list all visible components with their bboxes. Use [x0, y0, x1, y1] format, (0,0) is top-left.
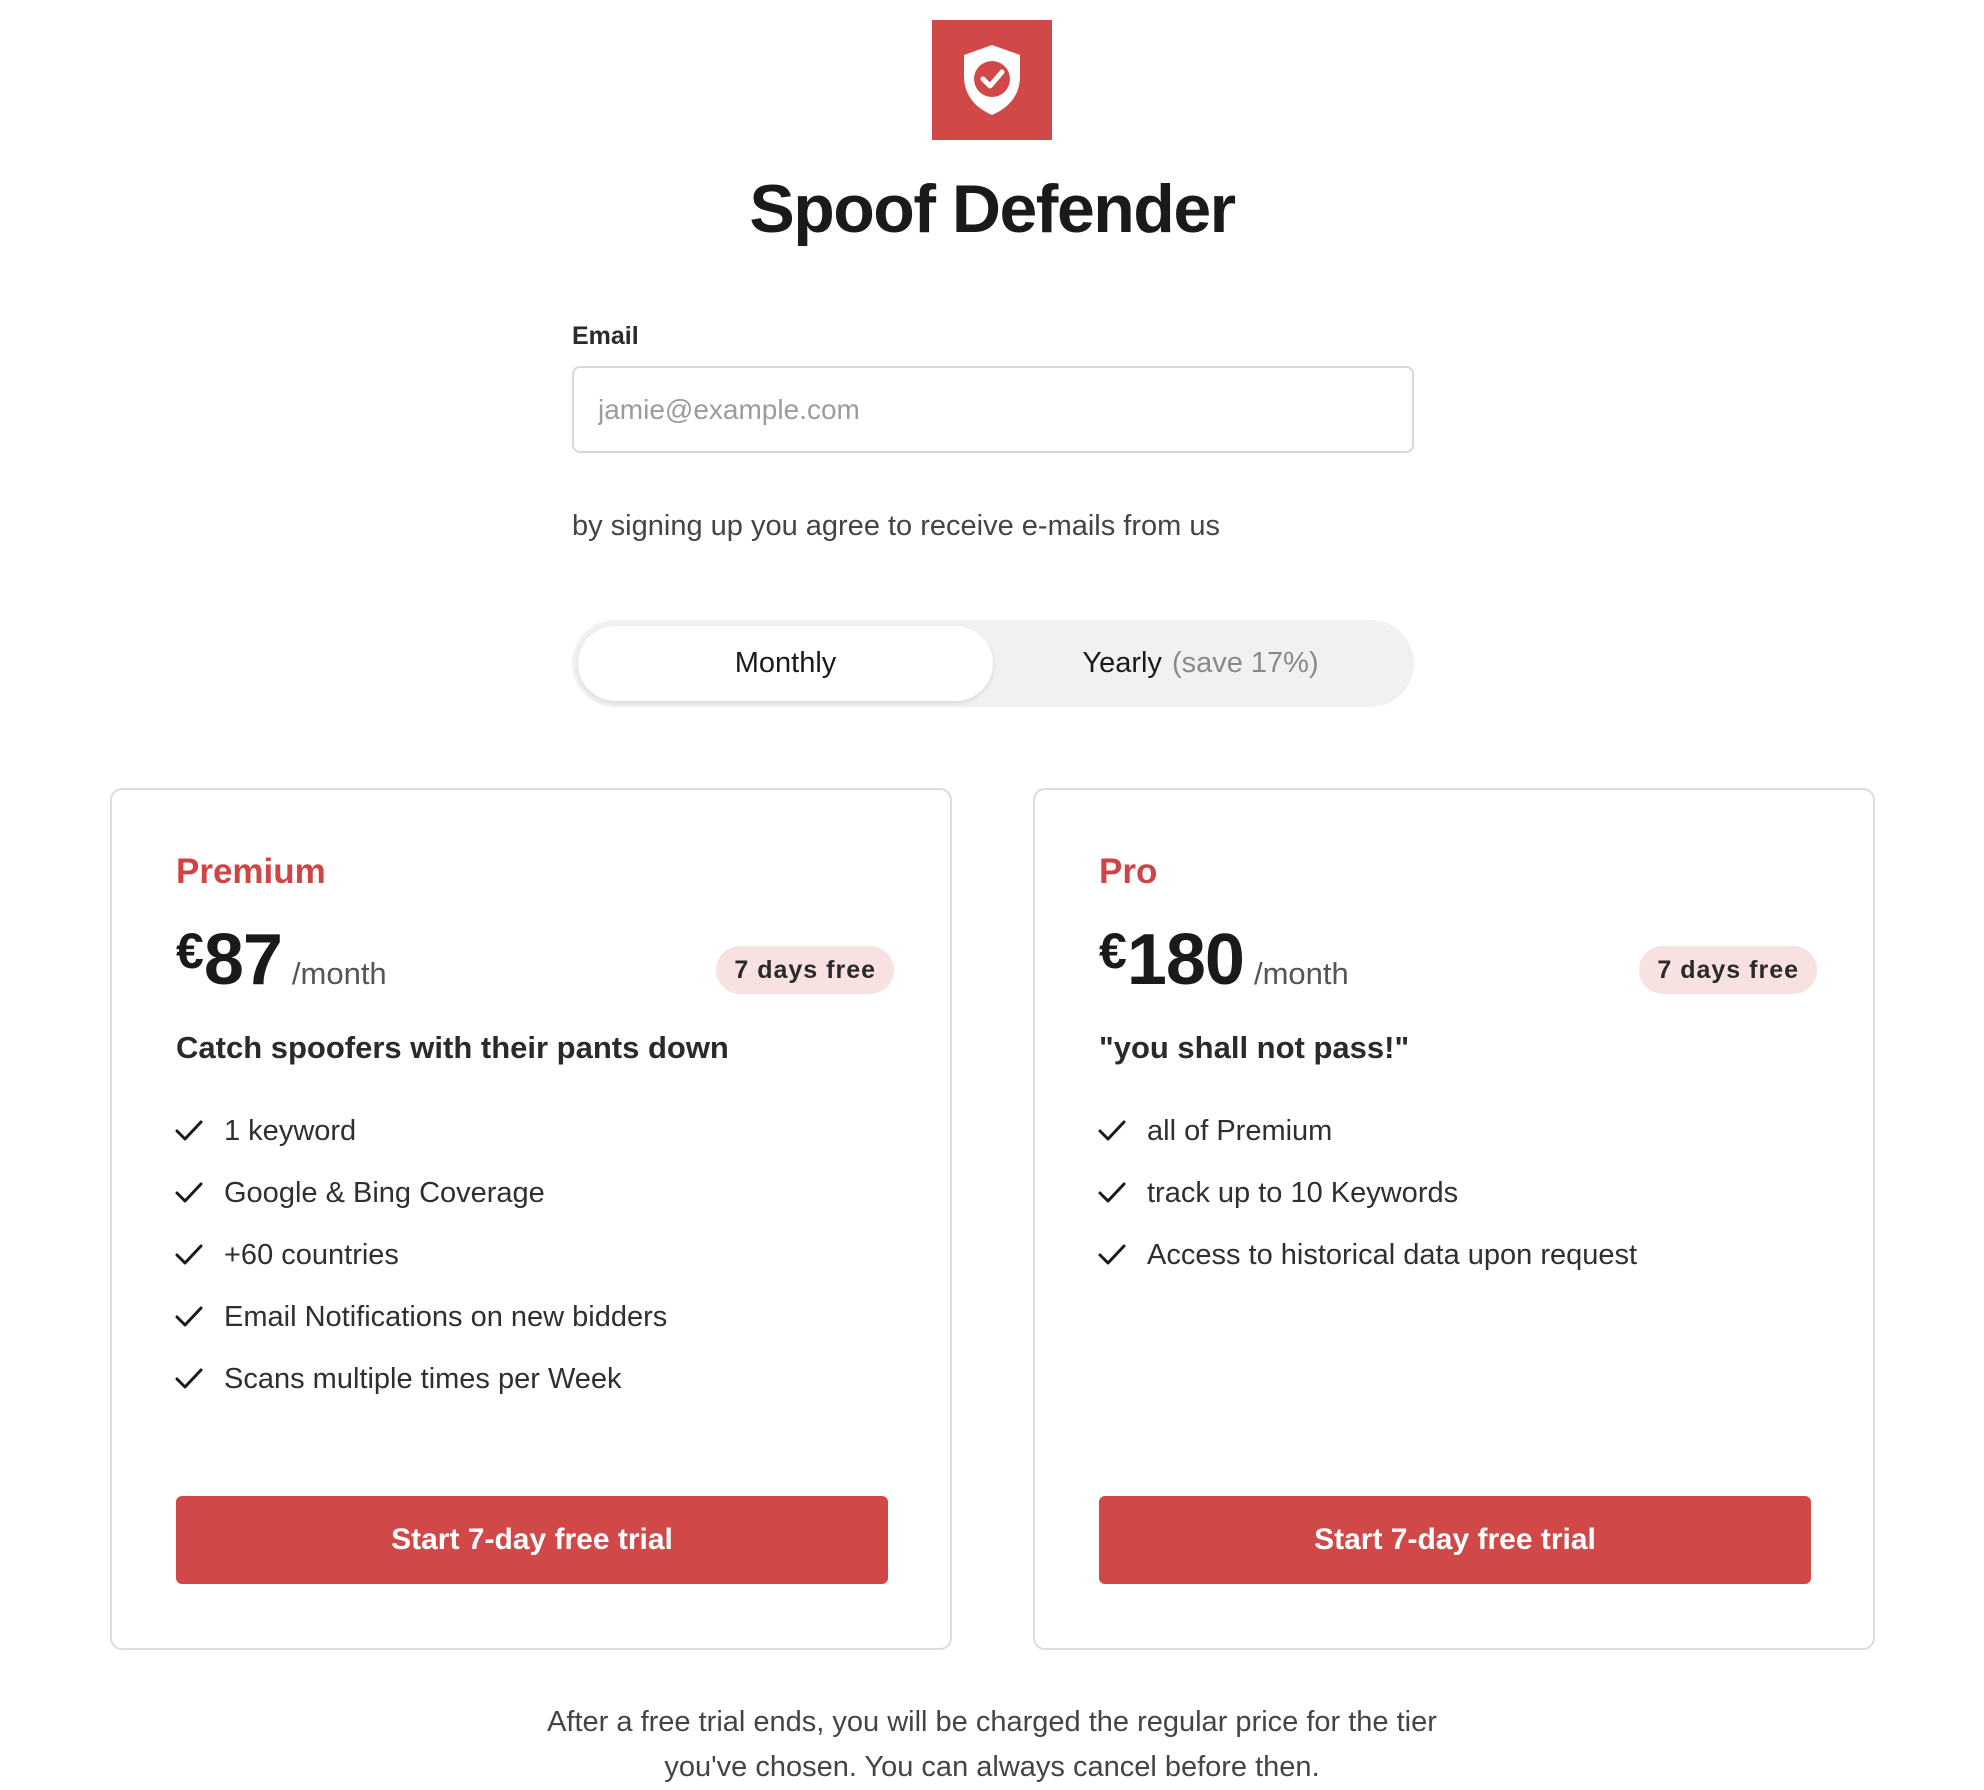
check-icon — [1097, 1240, 1127, 1270]
app-logo — [932, 20, 1052, 140]
start-trial-button-pro[interactable]: Start 7-day free trial — [1099, 1496, 1811, 1584]
check-icon — [174, 1364, 204, 1394]
feature-list: all of Premium track up to 10 Keywords A… — [1097, 1100, 1637, 1286]
trial-disclaimer-line: After a free trial ends, you will be cha… — [547, 1706, 1437, 1738]
price: € 180 /month — [1099, 920, 1349, 1000]
feature-item: Email Notifications on new bidders — [174, 1286, 667, 1348]
trial-badge: 7 days free — [1639, 946, 1817, 994]
feature-text: all of Premium — [1147, 1114, 1333, 1147]
yearly-label: Yearly — [1082, 647, 1162, 679]
email-input[interactable] — [572, 366, 1414, 453]
feature-item: track up to 10 Keywords — [1097, 1162, 1637, 1224]
monthly-label: Monthly — [734, 647, 837, 679]
trial-disclaimer-line: you've chosen. You can always cancel bef… — [664, 1751, 1320, 1783]
plan-tagline: Catch spoofers with their pants down — [176, 1030, 729, 1065]
price-currency: € — [176, 923, 204, 979]
plan-name: Premium — [176, 852, 326, 891]
plan-tagline: "you shall not pass!" — [1099, 1030, 1410, 1065]
feature-text: Email Notifications on new bidders — [224, 1300, 668, 1333]
trial-disclaimer: After a free trial ends, you will be cha… — [0, 1700, 1984, 1790]
yearly-savings-note: (save 17%) — [1171, 647, 1319, 679]
feature-text: +60 countries — [224, 1238, 399, 1271]
price-period: /month — [1253, 956, 1349, 991]
feature-text: 1 keyword — [224, 1114, 357, 1147]
yearly-option[interactable]: Yearly (save 17%) — [993, 626, 1408, 701]
price-amount: 87 — [203, 920, 283, 1000]
price-currency: € — [1099, 923, 1127, 979]
price-amount: 180 — [1126, 920, 1245, 1000]
plan-card-pro: Pro € 180 /month 7 days free "you shall … — [1033, 788, 1875, 1650]
check-icon — [1097, 1116, 1127, 1146]
feature-text: Access to historical data upon request — [1147, 1238, 1638, 1271]
feature-item: Scans multiple times per Week — [174, 1348, 667, 1410]
feature-list: 1 keyword Google & Bing Coverage +60 cou… — [174, 1100, 667, 1410]
check-icon — [174, 1116, 204, 1146]
feature-item: 1 keyword — [174, 1100, 667, 1162]
feature-item: all of Premium — [1097, 1100, 1637, 1162]
feature-text: Scans multiple times per Week — [224, 1362, 622, 1395]
feature-item: Google & Bing Coverage — [174, 1162, 667, 1224]
price: € 87 /month — [176, 920, 387, 1000]
trial-badge: 7 days free — [716, 946, 894, 994]
app-title: Spoof Defender — [749, 171, 1236, 247]
shield-check-icon — [964, 45, 1020, 115]
feature-item: +60 countries — [174, 1224, 667, 1286]
check-icon — [174, 1240, 204, 1270]
price-period: /month — [291, 956, 387, 991]
feature-item: Access to historical data upon request — [1097, 1224, 1637, 1286]
consent-text: by signing up you agree to receive e-mai… — [572, 510, 1220, 542]
feature-text: Google & Bing Coverage — [224, 1176, 545, 1209]
monthly-option[interactable]: Monthly — [578, 626, 993, 701]
check-icon — [174, 1178, 204, 1208]
check-icon — [1097, 1178, 1127, 1208]
feature-text: track up to 10 Keywords — [1147, 1176, 1459, 1209]
start-trial-button-premium[interactable]: Start 7-day free trial — [176, 1496, 888, 1584]
email-label: Email — [572, 322, 639, 350]
plan-name: Pro — [1099, 852, 1158, 891]
plan-card-premium: Premium € 87 /month 7 days free Catch sp… — [110, 788, 952, 1650]
check-icon — [174, 1302, 204, 1332]
billing-period-toggle: Monthly Yearly (save 17%) — [572, 620, 1414, 707]
